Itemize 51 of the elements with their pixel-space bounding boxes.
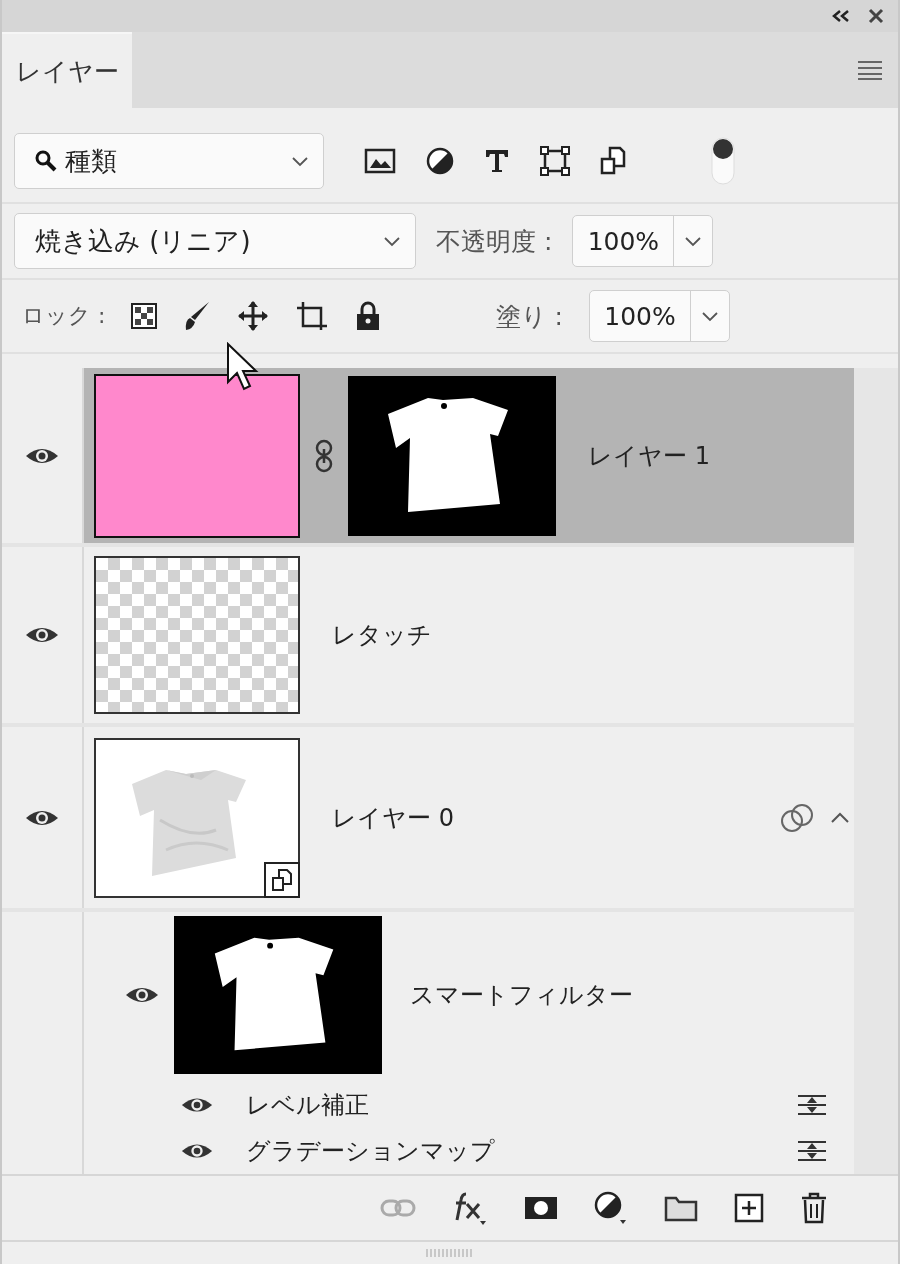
filter-mask-thumbnail[interactable] (174, 916, 382, 1075)
transparent-thumbnail[interactable] (94, 556, 300, 715)
blend-mode-dropdown[interactable]: 焼き込み (リニア) (14, 213, 416, 269)
close-icon[interactable] (868, 8, 884, 24)
folder-icon[interactable] (664, 1194, 698, 1222)
lock-icon[interactable] (355, 300, 382, 332)
type-icon[interactable] (484, 148, 510, 174)
adjustment-icon[interactable] (594, 1191, 628, 1225)
checkerboard-lock-icon[interactable] (131, 303, 158, 329)
filter-name[interactable]: グラデーションマップ (246, 1135, 495, 1167)
shape-icon[interactable] (540, 146, 570, 176)
layer-row[interactable]: レイヤー 1 (84, 368, 854, 544)
layer-name: レタッチ (332, 620, 432, 652)
mask-icon[interactable] (524, 1196, 558, 1220)
layers-tab[interactable]: レイヤー (2, 32, 132, 108)
cursor-icon (226, 342, 260, 392)
chevron-down-icon (684, 235, 703, 247)
smart-filter-label: スマートフィルター (410, 980, 633, 1012)
menu-icon[interactable] (856, 60, 884, 80)
eye-icon[interactable] (180, 1141, 214, 1161)
fill-label: 塗り : (495, 300, 563, 333)
resize-grip-icon[interactable] (425, 1248, 475, 1258)
layer-name: レイヤー 1 (588, 440, 710, 472)
chevron-down-icon (383, 235, 401, 247)
brush-icon[interactable] (183, 300, 212, 332)
eye-icon[interactable] (180, 1095, 214, 1115)
filter-kind-dropdown[interactable]: 種類 (14, 133, 324, 189)
collapse-icon[interactable] (832, 9, 850, 23)
mask-thumbnail[interactable] (348, 375, 556, 536)
half-circle-icon[interactable] (426, 147, 454, 175)
blending-options-icon[interactable] (796, 1093, 828, 1117)
move-icon[interactable] (237, 300, 270, 332)
opacity-label: 不透明度 : (436, 225, 553, 258)
overlapping-circles-icon (780, 801, 816, 834)
link-icon[interactable] (314, 438, 334, 473)
blending-options-icon[interactable] (796, 1139, 828, 1163)
smart-object-icon[interactable] (600, 146, 626, 176)
new-layer-icon[interactable] (734, 1193, 764, 1223)
filter-name[interactable]: レベル補正 (246, 1089, 369, 1121)
chevron-down-icon (291, 155, 309, 167)
trash-icon[interactable] (800, 1192, 828, 1224)
chevron-down-icon (701, 310, 719, 322)
layer-name: レイヤー 0 (332, 802, 454, 834)
artboard-lock-icon[interactable] (295, 300, 330, 332)
chevron-up-icon[interactable] (830, 810, 850, 825)
image-icon[interactable] (364, 148, 396, 174)
color-fill-thumbnail[interactable] (94, 373, 300, 538)
search-icon (35, 150, 57, 172)
smart-object-icon (264, 861, 300, 898)
scrollbar-track[interactable] (854, 368, 898, 1174)
lock-label: ロック : (22, 302, 106, 330)
